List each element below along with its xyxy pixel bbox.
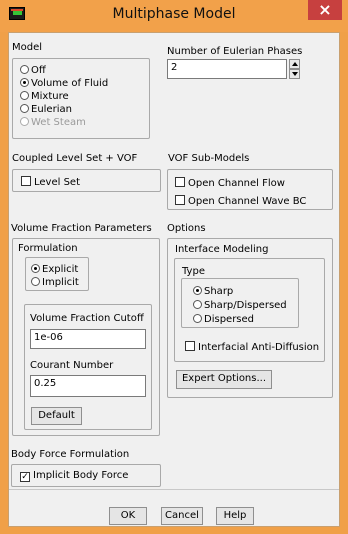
spin-up-icon[interactable]: [289, 59, 300, 69]
eulerian-phases-label: Number of Eulerian Phases: [167, 46, 303, 57]
expert-options-button[interactable]: Expert Options...: [176, 370, 272, 389]
open-channel-wave-bc-checkbox[interactable]: Open Channel Wave BC: [175, 194, 306, 207]
vf-cutoff-field[interactable]: 1e-06: [30, 329, 146, 349]
checkbox-checked-icon: ✓: [20, 472, 30, 482]
open-channel-flow-checkbox[interactable]: Open Channel Flow: [175, 176, 285, 189]
multiphase-model-dialog: Multiphase Model × Model Off Volume of F…: [0, 0, 348, 534]
model-option-mixture[interactable]: Mixture: [20, 90, 69, 102]
radio-icon: [31, 277, 40, 286]
vof-submodels-label: VOF Sub-Models: [168, 153, 250, 164]
checkbox-icon: [185, 341, 195, 351]
checkbox-icon: [175, 195, 185, 205]
checkbox-icon: [175, 177, 185, 187]
vf-params-label: Volume Fraction Parameters: [11, 223, 152, 234]
vf-cutoff-label: Volume Fraction Cutoff: [30, 313, 144, 324]
radio-selected-icon: [31, 264, 40, 273]
radio-icon: [193, 314, 202, 323]
type-sharp-radio[interactable]: Sharp: [193, 285, 233, 297]
title-bar[interactable]: Multiphase Model ×: [0, 0, 348, 32]
window-title: Multiphase Model: [112, 6, 236, 22]
radio-icon: [20, 104, 29, 113]
dialog-body: Model Off Volume of Fluid Mixture Euleri…: [8, 32, 340, 527]
ok-button[interactable]: OK: [109, 507, 147, 525]
checkbox-icon: [21, 176, 31, 186]
button-divider: [9, 489, 339, 490]
formulation-explicit-radio[interactable]: Explicit: [31, 263, 78, 275]
type-sharp-dispersed-radio[interactable]: Sharp/Dispersed: [193, 299, 287, 311]
radio-icon: [20, 65, 29, 74]
options-label: Options: [167, 223, 206, 234]
model-label: Model: [12, 42, 43, 53]
courant-number-field[interactable]: 0.25: [30, 375, 146, 397]
coupled-level-set-label: Coupled Level Set + VOF: [12, 153, 138, 164]
type-dispersed-radio[interactable]: Dispersed: [193, 313, 254, 325]
formulation-label: Formulation: [18, 243, 78, 254]
model-option-vof[interactable]: Volume of Fluid: [20, 77, 108, 89]
close-button[interactable]: ×: [308, 0, 342, 20]
courant-number-label: Courant Number: [30, 360, 114, 371]
level-set-checkbox[interactable]: Level Set: [21, 175, 80, 188]
body-force-label: Body Force Formulation: [11, 449, 130, 460]
implicit-body-force-checkbox[interactable]: ✓ Implicit Body Force: [20, 470, 128, 482]
interface-modeling-label: Interface Modeling: [175, 244, 269, 255]
model-option-off[interactable]: Off: [20, 64, 46, 76]
spin-down-icon[interactable]: [289, 69, 300, 79]
model-option-wet-steam: Wet Steam: [20, 116, 86, 128]
radio-selected-icon: [193, 286, 202, 295]
eulerian-phases-field[interactable]: 2: [167, 59, 287, 79]
radio-disabled-icon: [20, 117, 29, 126]
help-button[interactable]: Help: [216, 507, 254, 525]
radio-icon: [193, 300, 202, 309]
cancel-button[interactable]: Cancel: [161, 507, 203, 525]
formulation-implicit-radio[interactable]: Implicit: [31, 276, 79, 288]
radio-selected-icon: [20, 78, 29, 87]
default-button[interactable]: Default: [31, 407, 82, 425]
anti-diffusion-checkbox[interactable]: Interfacial Anti-Diffusion: [185, 340, 319, 353]
radio-icon: [20, 91, 29, 100]
type-label: Type: [182, 266, 205, 277]
model-option-eulerian[interactable]: Eulerian: [20, 103, 72, 115]
